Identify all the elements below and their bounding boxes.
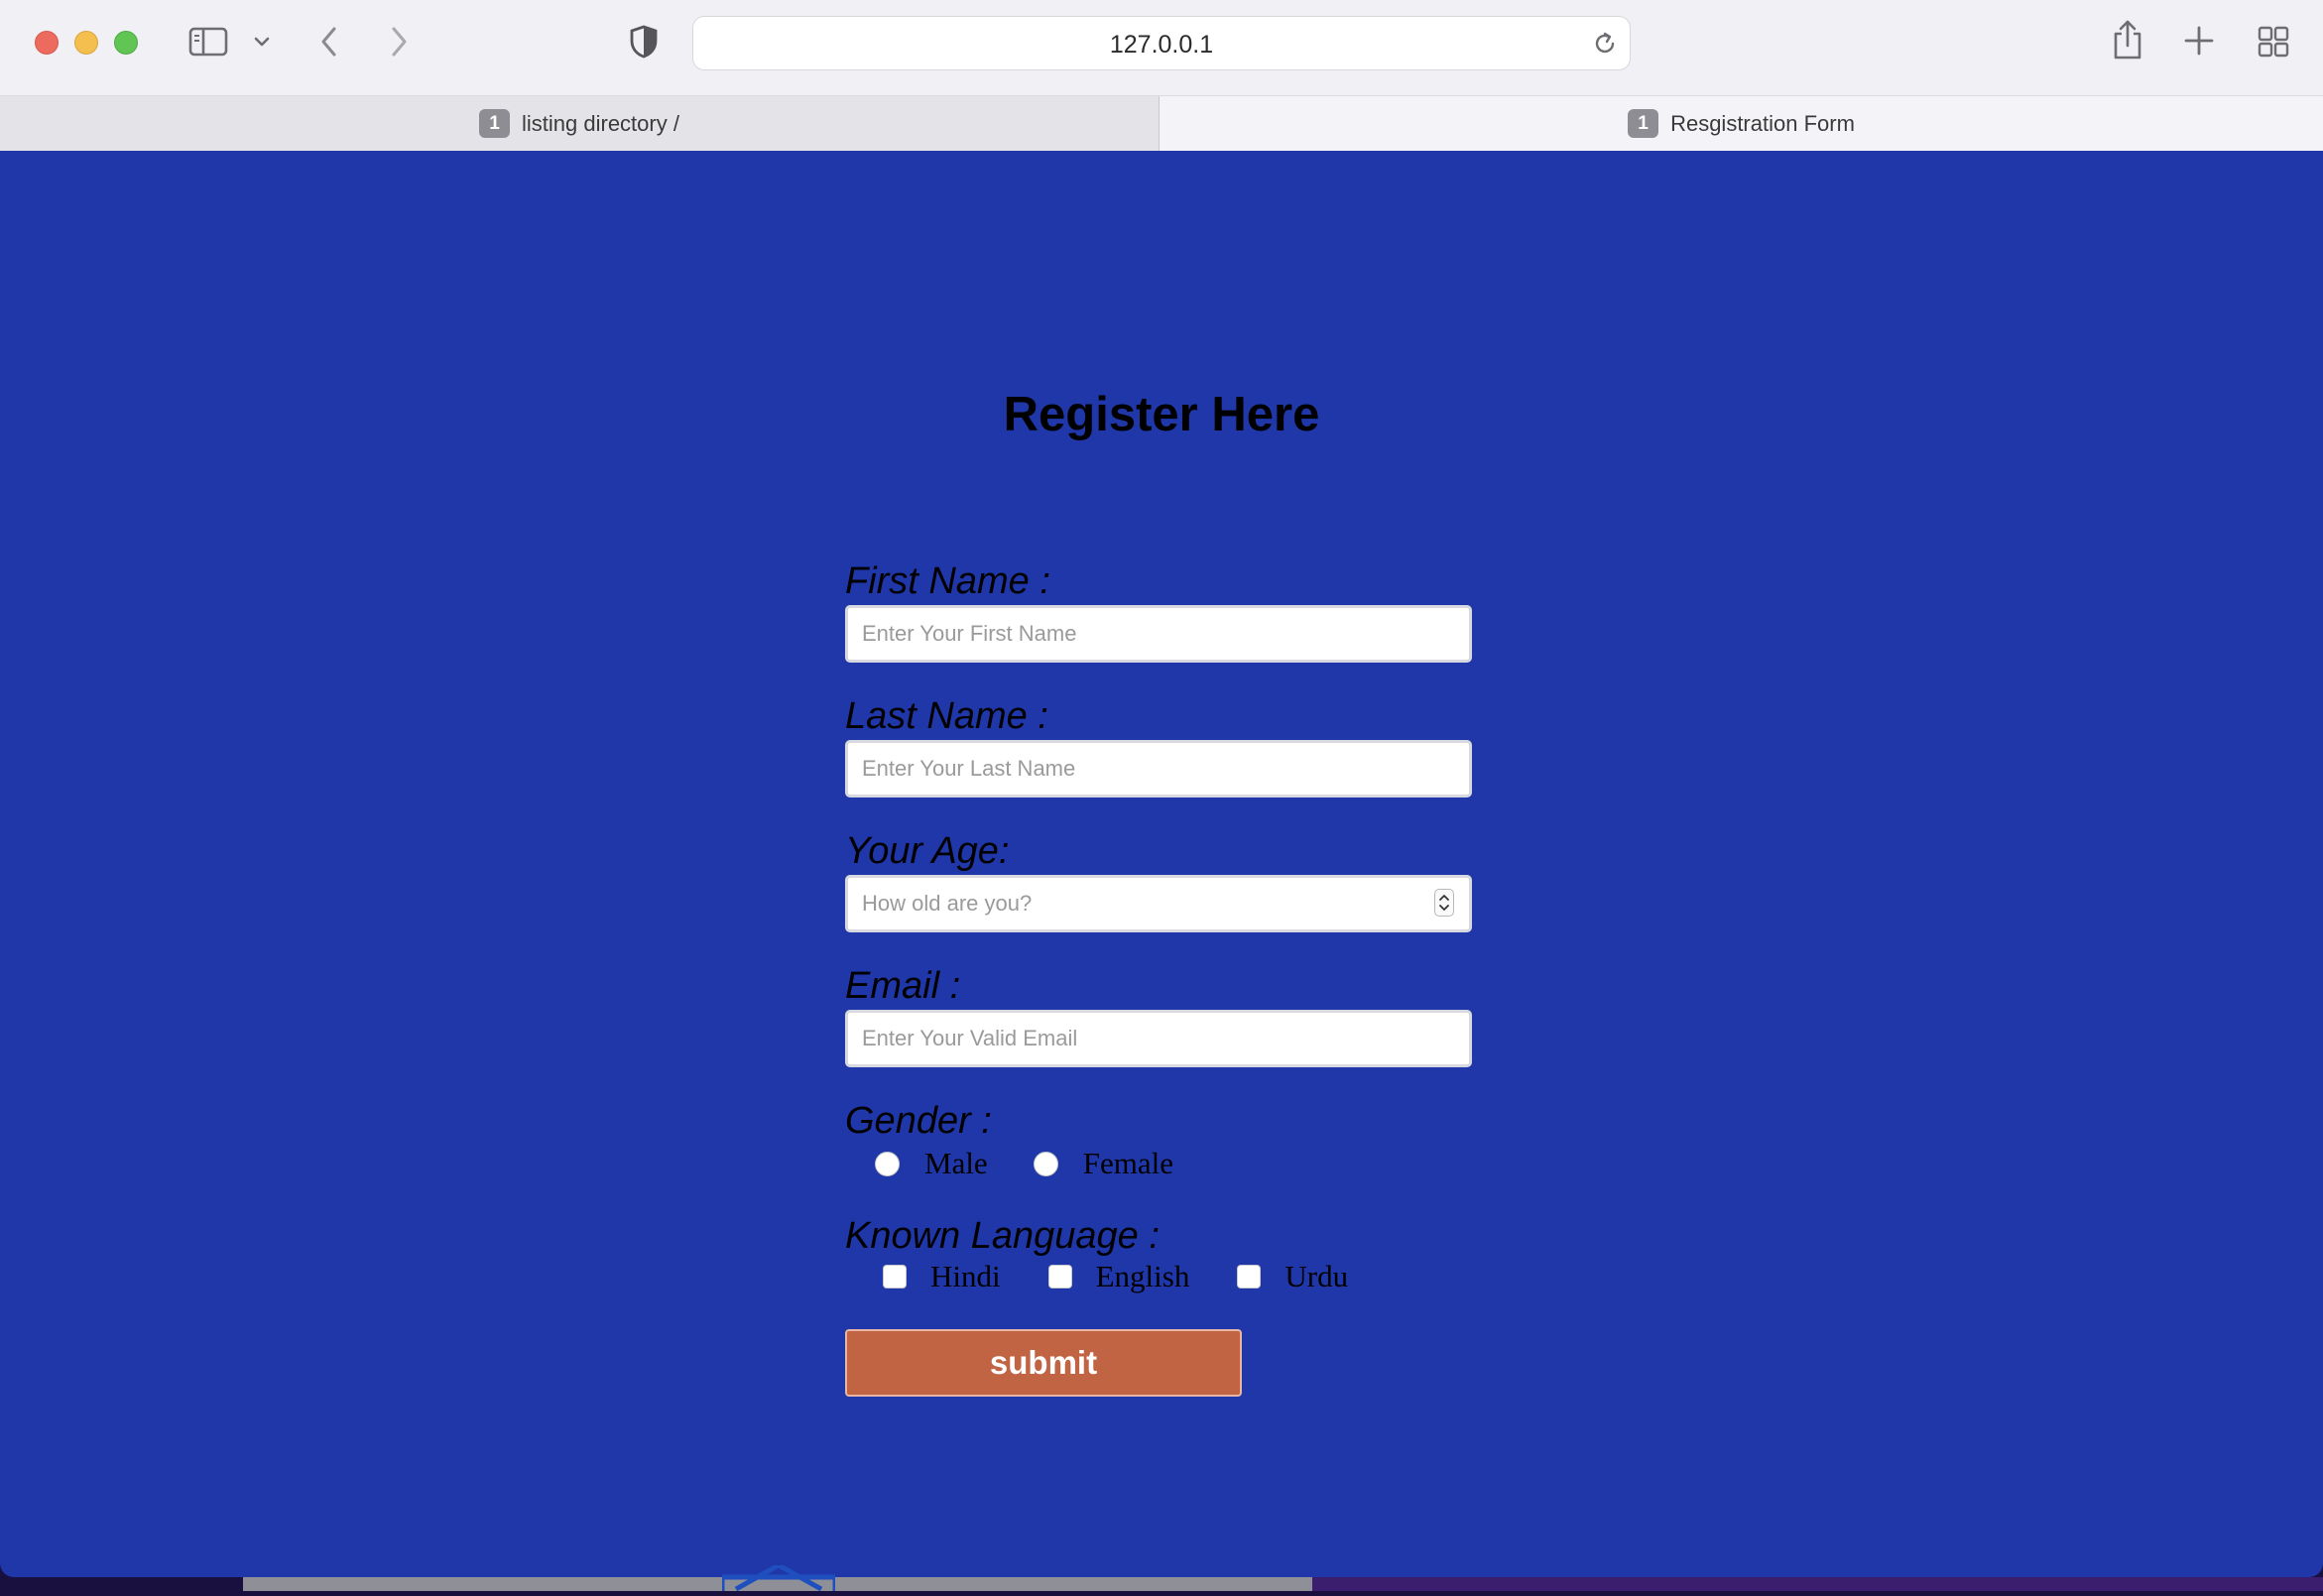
last-name-label: Last Name : (845, 695, 1048, 737)
hindi-label: Hindi (930, 1259, 1001, 1293)
first-name-label: First Name : (845, 560, 1050, 602)
email-label: Email : (845, 965, 961, 1007)
url-text: 127.0.0.1 (1109, 31, 1214, 59)
male-label: Male (924, 1146, 988, 1180)
english-checkbox[interactable] (1047, 1265, 1072, 1289)
chevron-down-icon[interactable] (252, 34, 272, 50)
gender-label: Gender : (845, 1100, 992, 1142)
male-radio[interactable] (875, 1151, 900, 1176)
back-icon[interactable] (315, 24, 343, 60)
privacy-shield-icon[interactable] (629, 24, 659, 60)
tab-label: listing directory / (522, 110, 679, 136)
share-icon[interactable] (2111, 18, 2144, 61)
email-input[interactable] (845, 1010, 1472, 1067)
tab-badge: 1 (1628, 109, 1659, 138)
sidebar-icon[interactable] (188, 26, 228, 58)
new-tab-icon[interactable] (2182, 24, 2216, 58)
desktop-icon (719, 1562, 838, 1592)
female-label: Female (1082, 1146, 1173, 1180)
tab-listing-directory[interactable]: 1 listing directory / (0, 96, 1160, 151)
reload-icon[interactable] (1590, 29, 1620, 59)
english-label: English (1095, 1259, 1190, 1293)
minimize-window-button[interactable] (74, 31, 98, 55)
age-field (845, 875, 1472, 932)
desktop-background (1312, 1577, 2323, 1591)
close-window-button[interactable] (35, 31, 59, 55)
submit-button[interactable]: submit (845, 1329, 1242, 1397)
first-name-input[interactable] (845, 605, 1472, 663)
last-name-input[interactable] (845, 740, 1472, 798)
tab-registration-form[interactable]: 1 Resgistration Form (1160, 96, 2323, 151)
gender-options: Male Female (845, 1146, 1173, 1181)
page-title: Register Here (1003, 388, 1320, 441)
browser-window: 127.0.0.1 1 listing directory / 1 Resgis… (0, 0, 2323, 1577)
tab-overview-icon[interactable] (2256, 24, 2291, 60)
number-stepper[interactable] (1434, 889, 1454, 917)
known-language-label: Known Language : (845, 1215, 1160, 1257)
address-bar[interactable]: 127.0.0.1 (692, 16, 1631, 70)
female-radio[interactable] (1033, 1151, 1058, 1176)
browser-toolbar: 127.0.0.1 (0, 0, 2323, 95)
tab-badge: 1 (479, 109, 511, 138)
tab-bar: 1 listing directory / 1 Resgistration Fo… (0, 95, 2323, 151)
urdu-label: Urdu (1284, 1259, 1349, 1293)
hindi-checkbox[interactable] (883, 1265, 907, 1289)
forward-icon[interactable] (385, 24, 413, 60)
maximize-window-button[interactable] (114, 31, 138, 55)
age-input[interactable] (845, 875, 1472, 932)
age-label: Your Age: (845, 830, 1010, 872)
tab-label: Resgistration Form (1670, 110, 1855, 136)
urdu-checkbox[interactable] (1237, 1265, 1262, 1289)
language-options: Hindi English Urdu (845, 1259, 1348, 1294)
